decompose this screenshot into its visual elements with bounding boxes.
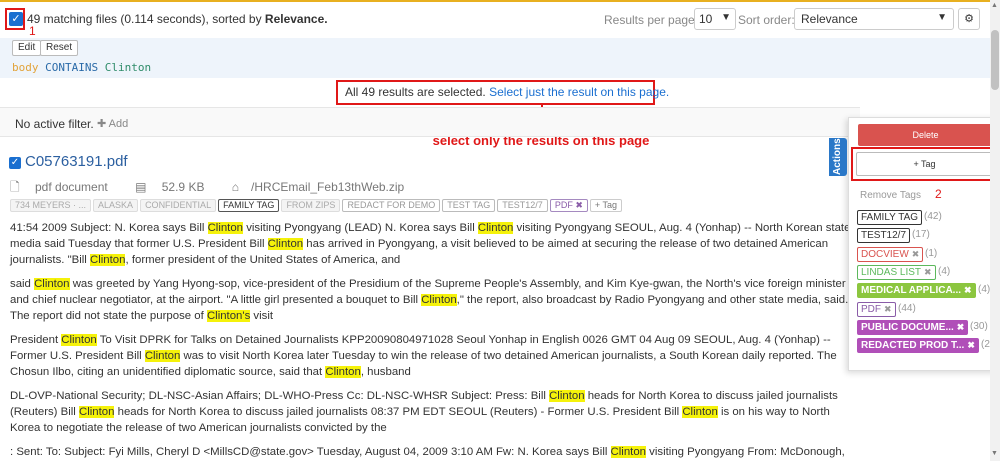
remove-tag-item[interactable]: LINDAS LIST ✖ xyxy=(857,265,936,280)
document-type: 🗋 pdf document xyxy=(10,180,108,194)
document-snippets: 41:54 2009 Subject: N. Korea says Bill C… xyxy=(10,220,855,461)
document-tag: FROM ZIPS xyxy=(281,199,341,212)
add-filter-label: Add xyxy=(108,118,129,130)
remove-tag-count: (1) xyxy=(925,248,938,259)
document-tag: CONFIDENTIAL xyxy=(140,199,217,212)
database-icon: ▤ xyxy=(135,180,147,194)
file-icon: 🗋 xyxy=(10,180,20,194)
sort-order-label: Sort order: xyxy=(738,13,795,27)
document-tag: TEST12/7 xyxy=(497,199,548,212)
close-icon[interactable]: ✖ xyxy=(964,285,972,295)
add-document-tag-button[interactable]: + Tag xyxy=(589,199,622,212)
highlighted-term: Clinton xyxy=(90,254,126,266)
scroll-down-icon[interactable]: ▼ xyxy=(991,450,998,457)
close-icon[interactable]: ✖ xyxy=(924,267,932,277)
document-tag: 734 MEYERS · ... xyxy=(10,199,92,212)
sort-highlight: Relevance. xyxy=(264,12,328,26)
annotation-box-select-all xyxy=(5,8,25,30)
snippet: said Clinton was greeted by Yang Hyong-s… xyxy=(10,278,849,322)
document-path: ⌂/HRCEmail_Feb13thWeb.zip xyxy=(231,180,405,194)
document-title-link[interactable]: C05763191.pdf xyxy=(25,153,128,170)
remove-tag-item[interactable]: REDACTED PROD T... ✖ xyxy=(857,338,979,353)
chevron-down-icon: ▼ xyxy=(721,12,731,23)
highlighted-term: Clinton xyxy=(477,222,514,234)
highlighted-term: Clinton xyxy=(34,278,70,290)
highlighted-term: Clinton's xyxy=(206,310,251,322)
highlighted-term: Clinton xyxy=(61,334,97,346)
snippet: 41:54 2009 Subject: N. Korea says Bill C… xyxy=(10,222,851,266)
settings-button[interactable]: ⚙ xyxy=(958,8,980,30)
filter-bar: No active filter. ✚ Add xyxy=(0,107,860,137)
document-size: ▤ 52.9 KB xyxy=(135,180,205,194)
match-count-label: 49 matching files (0.114 seconds), sorte… xyxy=(27,12,265,26)
document-tag: REDACT FOR DEMO xyxy=(342,199,441,212)
actions-tab[interactable]: Actions xyxy=(829,138,847,176)
sort-order-select[interactable]: Relevance ▼ xyxy=(794,8,954,30)
document-tag[interactable]: PDF ✖ xyxy=(549,199,588,212)
highlighted-term: Clinton xyxy=(267,238,304,250)
remove-tag-item[interactable]: DOCVIEW ✖ xyxy=(857,247,924,262)
close-icon[interactable]: ✖ xyxy=(957,322,965,332)
remove-tag-item[interactable]: MEDICAL APPLICA... ✖ xyxy=(857,283,976,298)
highlighted-term: Clinton xyxy=(682,406,718,418)
scrollbar-thumb[interactable] xyxy=(991,30,999,90)
reset-query-button[interactable]: Reset xyxy=(40,40,79,56)
annotation-number-2: 2 xyxy=(935,187,942,201)
close-icon[interactable]: ✖ xyxy=(912,249,920,259)
remove-tag-item[interactable]: TEST12/7 xyxy=(857,228,911,243)
remove-tag-item[interactable]: PDF ✖ xyxy=(857,302,896,317)
highlighted-term: Clinton xyxy=(325,366,361,378)
document-tag: TEST TAG xyxy=(442,199,496,212)
scroll-up-icon[interactable]: ▲ xyxy=(991,2,998,9)
edit-query-button[interactable]: Edit xyxy=(12,40,42,56)
remove-tag-item[interactable]: PUBLIC DOCUME... ✖ xyxy=(857,320,969,335)
snippet: DL-OVP-National Security; DL-NSC-Asian A… xyxy=(10,390,838,434)
remove-tag-item[interactable]: FAMILY TAG xyxy=(857,210,923,225)
highlighted-term: Clinton xyxy=(610,446,647,458)
query-field: body xyxy=(12,61,39,74)
sort-order-value: Relevance xyxy=(801,12,858,26)
document-tags: 734 MEYERS · ... ALASKA CONFIDENTIAL FAMILY… xyxy=(10,199,624,213)
remove-tags-label: Remove Tags xyxy=(860,190,921,201)
close-icon[interactable]: ✖ xyxy=(967,340,975,350)
remove-tag-count: (4) xyxy=(978,284,991,295)
remove-tag-count: (42) xyxy=(924,211,942,222)
highlighted-term: Clinton xyxy=(79,406,115,418)
snippet: President Clinton To Visit DPRK for Talk… xyxy=(10,334,837,378)
select-page-results-link[interactable]: Select just the result on this page. xyxy=(489,85,669,99)
selection-banner: All 49 results are selected. Select just… xyxy=(345,85,669,99)
highlighted-term: Clinton xyxy=(421,294,457,306)
query-expression: body CONTAINS Clinton xyxy=(12,61,151,74)
results-per-page-value: 10 xyxy=(699,12,713,26)
highlighted-term: Clinton xyxy=(549,390,585,402)
document-tag: ALASKA xyxy=(93,199,139,212)
document-tag: FAMILY TAG xyxy=(218,199,280,212)
query-value: Clinton xyxy=(104,61,152,74)
remove-tag-count: (17) xyxy=(912,229,930,240)
highlighted-term: Clinton xyxy=(207,222,244,234)
results-per-page-label: Results per page: xyxy=(604,13,699,27)
add-tag-button[interactable]: + Tag xyxy=(856,152,993,176)
document-checkbox[interactable]: ✓ xyxy=(9,157,21,169)
query-operator: CONTAINS xyxy=(45,61,99,74)
gear-icon: ⚙ xyxy=(964,13,974,25)
delete-button[interactable]: Delete xyxy=(858,124,993,146)
home-icon: ⌂ xyxy=(231,180,240,194)
snippet: : Sent: To: Subject: Fyi Mills, Cheryl D… xyxy=(10,446,845,458)
document-meta: 🗋 pdf document ▤ 52.9 KB ⌂/HRCEmail_Feb1… xyxy=(10,178,428,199)
highlighted-term: Clinton xyxy=(144,350,181,362)
query-bar: Edit Reset body CONTAINS Clinton xyxy=(0,38,990,78)
remove-tag-count: (44) xyxy=(898,303,916,314)
chevron-down-icon: ▼ xyxy=(937,12,947,23)
selection-banner-text: All 49 results are selected. xyxy=(345,85,486,99)
results-per-page-select[interactable]: 10 ▼ xyxy=(694,8,736,30)
remove-tag-count: (30) xyxy=(970,321,988,332)
match-count-text: 49 matching files (0.114 seconds), sorte… xyxy=(27,12,328,26)
remove-tag-count: (4) xyxy=(938,266,951,277)
add-filter-button[interactable]: ✚ Add xyxy=(97,117,128,130)
annotation-number-1: 1 xyxy=(29,24,36,38)
filter-status: No active filter. xyxy=(15,117,94,131)
close-icon[interactable]: ✖ xyxy=(884,304,892,314)
